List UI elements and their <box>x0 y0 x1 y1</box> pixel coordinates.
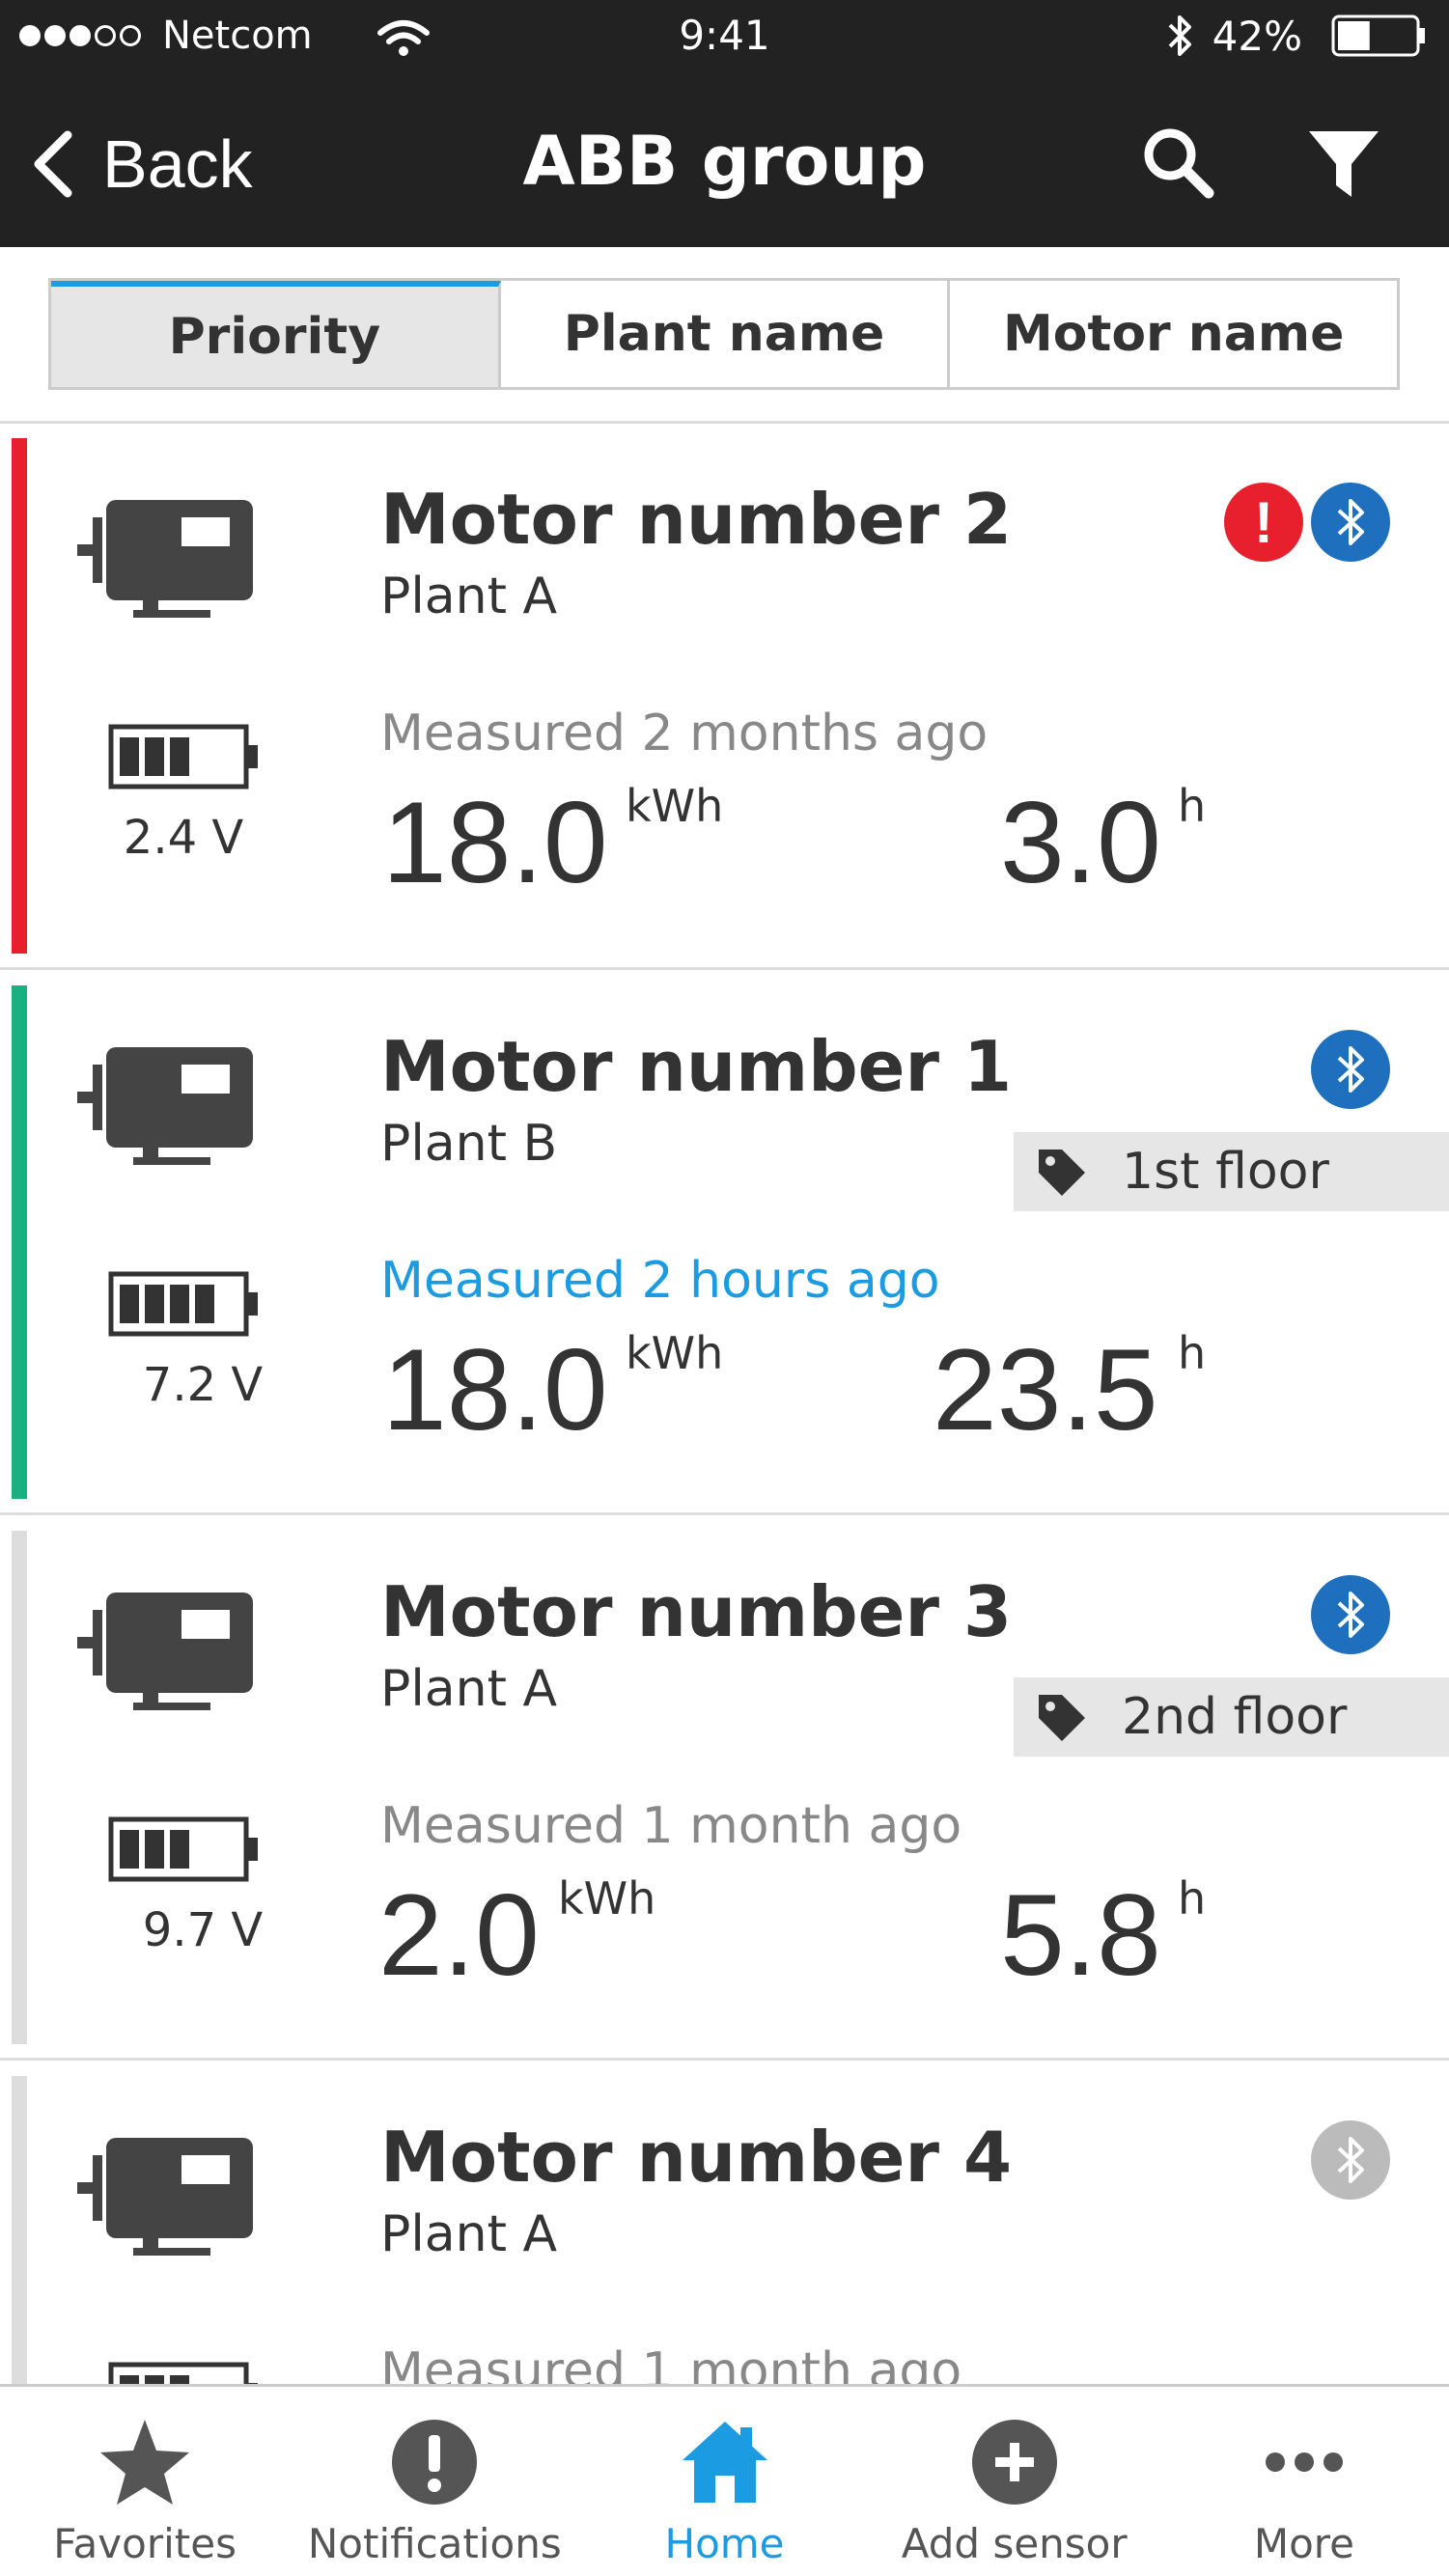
plant-name: Plant A <box>380 2205 558 2263</box>
tab-label: Notifications <box>307 2520 562 2567</box>
filter-icon[interactable] <box>1305 125 1382 203</box>
tab-favorites[interactable]: Favorites <box>0 2387 290 2576</box>
motor-card[interactable]: Motor number 1 Plant B 1st floor 7.2 V M… <box>0 972 1449 1515</box>
bluetooth-icon[interactable] <box>1311 2120 1390 2200</box>
battery-level-icon <box>108 724 258 789</box>
hours-unit: h <box>1178 780 1207 832</box>
motor-card[interactable]: Motor number 4 Plant A Measured 1 month … <box>0 2063 1449 2384</box>
battery-bar <box>170 737 189 776</box>
energy-unit: kWh <box>558 1872 656 1925</box>
tab-home[interactable]: Home <box>579 2387 869 2576</box>
plant-name: Plant A <box>380 568 558 625</box>
tab-label: More <box>1253 2520 1354 2567</box>
motor-card[interactable]: Motor number 2 Plant A ! 2.4 V Measured … <box>0 425 1449 970</box>
battery-icon <box>1331 14 1425 57</box>
measured-time: Measured 1 month ago <box>380 1797 962 1855</box>
motor-name: Motor number 2 <box>380 479 1013 560</box>
page-title: ABB group <box>522 122 927 201</box>
battery-level-icon <box>108 1816 258 1882</box>
location-tag[interactable]: 1st floor <box>1014 1132 1449 1211</box>
alert-badge-icon[interactable]: ! <box>1224 483 1303 562</box>
status-indicator <box>12 985 27 1499</box>
tab-add-sensor[interactable]: Add sensor <box>870 2387 1159 2576</box>
sort-segmented-control: Priority Plant name Motor name <box>48 278 1400 390</box>
motor-card[interactable]: Motor number 3 Plant A 2nd floor 9.7 V M… <box>0 1517 1449 2061</box>
battery-bar <box>195 1285 214 1323</box>
sort-tab-priority[interactable]: Priority <box>51 281 501 387</box>
bluetooth-icon[interactable] <box>1311 1575 1390 1654</box>
star-icon <box>100 2420 190 2505</box>
battery-bar <box>120 737 139 776</box>
tab-label: Home <box>664 2520 785 2567</box>
measured-time: Measured 2 months ago <box>380 705 989 762</box>
energy-unit: kWh <box>626 780 724 832</box>
battery-bar <box>145 737 164 776</box>
motor-name: Motor number 3 <box>380 1571 1013 1652</box>
hours-unit: h <box>1178 1327 1207 1379</box>
tag-label: 1st floor <box>1122 1143 1329 1201</box>
motor-icon <box>77 500 253 618</box>
home-icon <box>682 2422 767 2503</box>
alert-icon <box>392 2420 478 2505</box>
sort-tab-motor-name[interactable]: Motor name <box>950 281 1398 387</box>
hours-value: 5.8 <box>1000 1870 1161 2000</box>
battery-bar <box>145 2375 164 2384</box>
bluetooth-icon[interactable] <box>1311 1030 1390 1109</box>
energy-value: 2.0 <box>378 1870 540 2000</box>
tag-icon <box>1039 1150 1085 1196</box>
battery-bar <box>145 1830 164 1869</box>
search-icon[interactable] <box>1139 124 1216 201</box>
hours-value: 3.0 <box>1000 778 1161 907</box>
voltage: 2.4 V <box>123 811 244 865</box>
battery-level-icon <box>108 2362 258 2384</box>
tab-bar: Favorites Notifications Home Add sensor … <box>0 2384 1449 2576</box>
sort-tab-plant-name[interactable]: Plant name <box>500 281 951 387</box>
voltage: 7.2 V <box>142 1358 264 1412</box>
navigation-bar: Back ABB group <box>0 75 1449 247</box>
motor-icon <box>77 1593 253 1710</box>
hours-value: 23.5 <box>933 1325 1158 1454</box>
divider <box>0 421 1449 424</box>
battery-bar <box>145 1285 164 1323</box>
battery-percent: 42% <box>1212 12 1302 60</box>
tab-label: Add sensor <box>901 2520 1128 2567</box>
tag-label: 2nd floor <box>1122 1688 1348 1746</box>
status-indicator <box>12 2076 27 2384</box>
energy-value: 18.0 <box>382 1325 608 1454</box>
status-bar: Netcom 9:41 42% <box>0 0 1449 75</box>
hours-unit: h <box>1178 1872 1207 1925</box>
plant-name: Plant B <box>380 1115 558 1173</box>
voltage: 9.7 V <box>142 1903 264 1957</box>
measured-time: Measured 1 month ago <box>380 2342 962 2384</box>
motor-name: Motor number 1 <box>380 1026 1013 1107</box>
tag-icon <box>1039 1695 1085 1741</box>
tab-label: Favorites <box>53 2520 237 2567</box>
battery-bar <box>120 2375 139 2384</box>
status-indicator <box>12 1531 27 2044</box>
tab-notifications[interactable]: Notifications <box>290 2387 579 2576</box>
battery-bar <box>170 1830 189 1869</box>
battery-bar <box>120 1285 139 1323</box>
energy-value: 18.0 <box>382 778 608 907</box>
more-icon <box>1265 2452 1343 2472</box>
add-icon <box>971 2420 1057 2505</box>
battery-level-icon <box>108 1271 258 1337</box>
battery-bar <box>170 1285 189 1323</box>
motor-name: Motor number 4 <box>380 2117 1013 2198</box>
battery-bar <box>120 1830 139 1869</box>
battery-bar <box>170 2375 189 2384</box>
bluetooth-status-icon <box>1168 15 1191 56</box>
motor-icon <box>77 1047 253 1165</box>
motor-icon <box>77 2138 253 2256</box>
energy-unit: kWh <box>626 1327 724 1379</box>
tab-more[interactable]: More <box>1159 2387 1449 2576</box>
plant-name: Plant A <box>380 1660 558 1718</box>
measured-time: Measured 2 hours ago <box>380 1252 940 1310</box>
status-indicator <box>12 438 27 954</box>
bluetooth-icon[interactable] <box>1311 483 1390 562</box>
location-tag[interactable]: 2nd floor <box>1014 1677 1449 1757</box>
